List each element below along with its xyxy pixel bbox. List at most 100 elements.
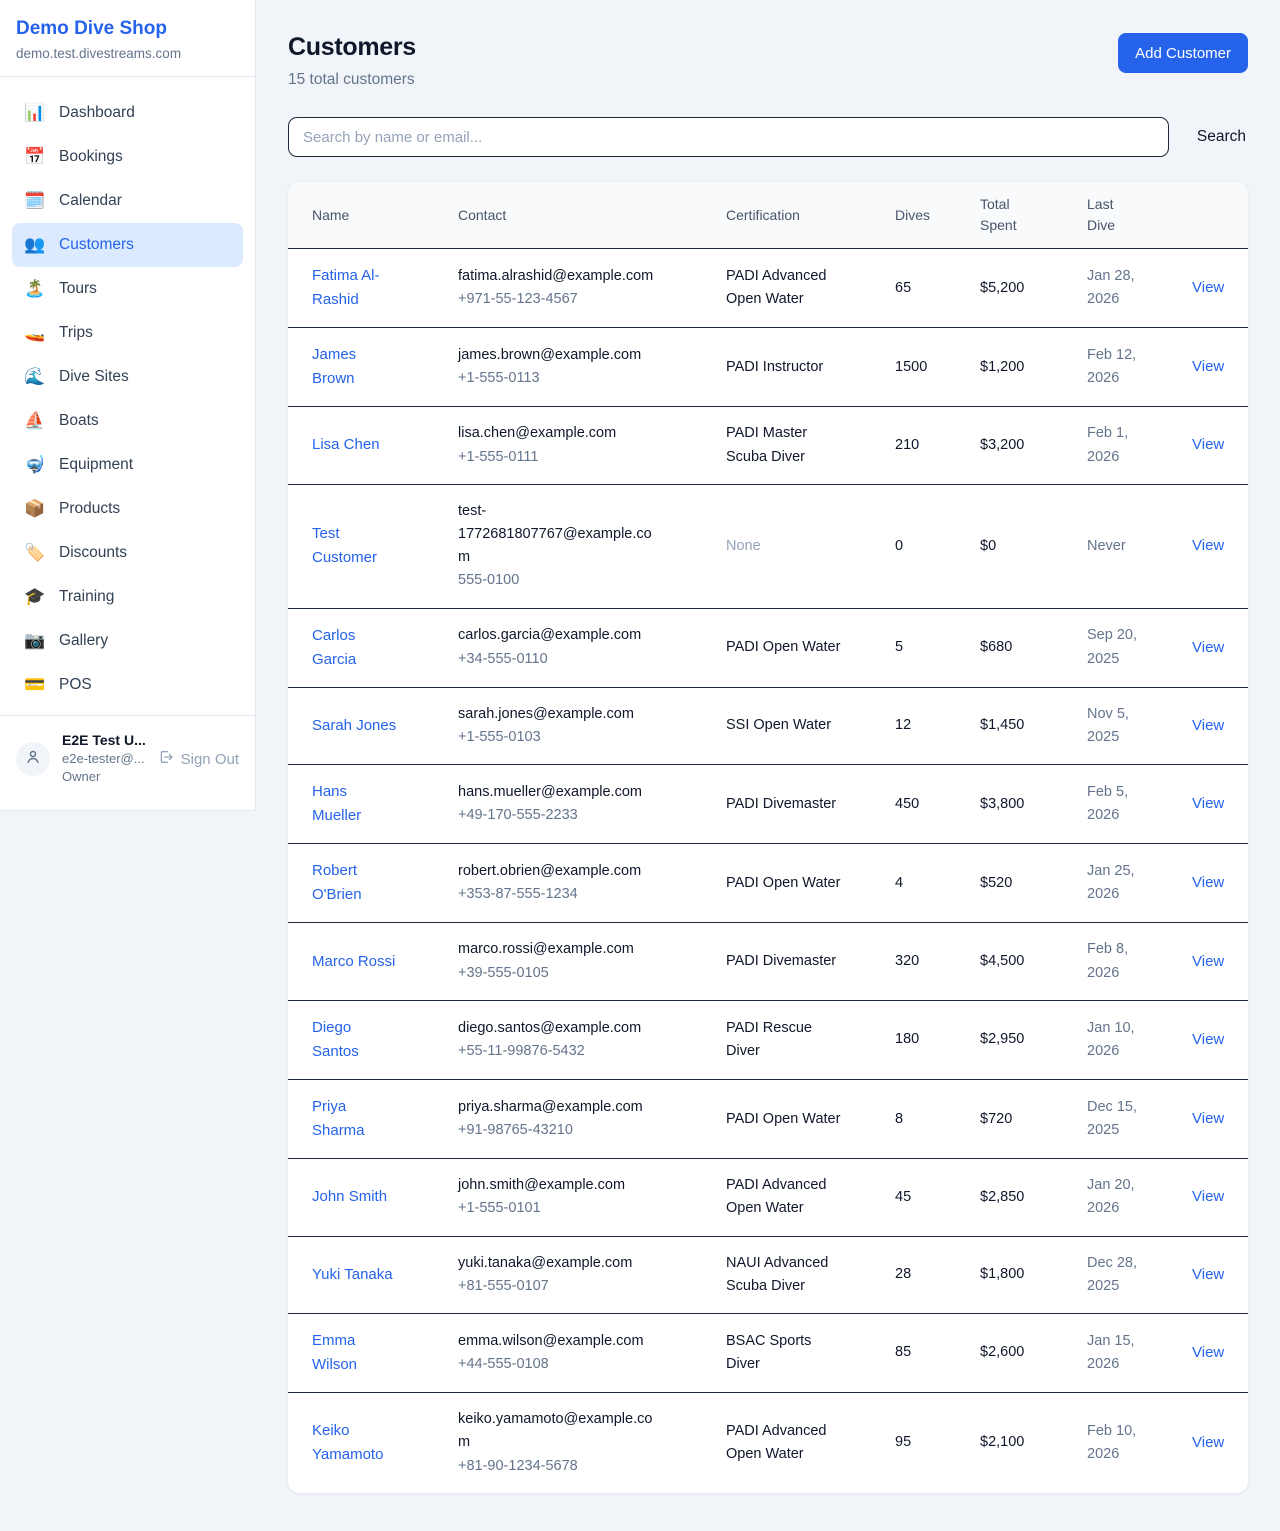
- total-spent-cell: $2,600: [980, 1313, 1087, 1392]
- sidebar-item-calendar[interactable]: 🗓️ Calendar: [12, 179, 243, 223]
- sidebar-item-products[interactable]: 📦 Products: [12, 487, 243, 531]
- view-customer-link[interactable]: View: [1192, 717, 1224, 734]
- view-customer-link[interactable]: View: [1192, 1188, 1224, 1205]
- last-dive-value: Jan 10, 2026: [1087, 1017, 1149, 1063]
- sidebar-item-training[interactable]: 🎓 Training: [12, 575, 243, 619]
- view-customer-link[interactable]: View: [1192, 639, 1224, 656]
- customer-name-link[interactable]: Lisa Chen: [312, 433, 380, 457]
- view-customer-link[interactable]: View: [1192, 358, 1224, 375]
- sidebar-item-dashboard[interactable]: 📊 Dashboard: [12, 91, 243, 135]
- name-cell: Marco Rossi: [288, 923, 458, 1000]
- sidebar-item-equipment[interactable]: 🤿 Equipment: [12, 443, 243, 487]
- contact-cell: hans.mueller@example.com +49-170-555-223…: [458, 765, 726, 844]
- actions-cell: View: [1180, 328, 1248, 407]
- customer-name-link[interactable]: Diego Santos: [312, 1016, 398, 1064]
- last-dive-value: Dec 28, 2025: [1087, 1252, 1149, 1298]
- sidebar-nav: 📊 Dashboard 📅 Bookings 🗓️ Calendar 👥 Cus…: [0, 77, 255, 715]
- dives-cell: 210: [895, 407, 980, 484]
- view-customer-link[interactable]: View: [1192, 279, 1224, 296]
- customer-name-link[interactable]: Robert O'Brien: [312, 859, 398, 907]
- contact-cell: diego.santos@example.com +55-11-99876-54…: [458, 1000, 726, 1079]
- name-cell: Priya Sharma: [288, 1080, 458, 1159]
- customer-email: yuki.tanaka@example.com: [458, 1252, 654, 1275]
- customer-name-link[interactable]: Sarah Jones: [312, 714, 396, 738]
- contact-cell: yuki.tanaka@example.com +81-555-0107: [458, 1236, 726, 1313]
- table-row: Yuki Tanaka yuki.tanaka@example.com +81-…: [288, 1236, 1248, 1313]
- last-dive-value: Nov 5, 2025: [1087, 703, 1149, 749]
- sidebar-item-bookings[interactable]: 📅 Bookings: [12, 135, 243, 179]
- sidebar-item-boats[interactable]: ⛵ Boats: [12, 399, 243, 443]
- table-row: Test Customer test-1772681807767@example…: [288, 484, 1248, 608]
- last-dive-cell: Jan 25, 2026: [1087, 844, 1180, 923]
- sidebar-item-customers[interactable]: 👥 Customers: [12, 223, 243, 267]
- dives-cell: 65: [895, 249, 980, 328]
- sign-out-button[interactable]: Sign Out: [158, 749, 239, 769]
- total-spent-cell: $1,200: [980, 328, 1087, 407]
- view-customer-link[interactable]: View: [1192, 874, 1224, 891]
- sidebar-item-gallery[interactable]: 📷 Gallery: [12, 619, 243, 663]
- user-info: E2E Test U... e2e-tester@... Owner: [62, 732, 146, 786]
- view-customer-link[interactable]: View: [1192, 436, 1224, 453]
- view-customer-link[interactable]: View: [1192, 1110, 1224, 1127]
- view-customer-link[interactable]: View: [1192, 1344, 1224, 1361]
- total-spent-cell: $520: [980, 844, 1087, 923]
- customer-email: robert.obrien@example.com: [458, 860, 654, 883]
- search-input[interactable]: [288, 117, 1169, 157]
- customer-name-link[interactable]: Test Customer: [312, 522, 398, 570]
- sidebar-item-label: Equipment: [59, 456, 133, 474]
- sidebar-item-discounts[interactable]: 🏷️ Discounts: [12, 531, 243, 575]
- view-customer-link[interactable]: View: [1192, 795, 1224, 812]
- view-customer-link[interactable]: View: [1192, 1031, 1224, 1048]
- customer-name-link[interactable]: Carlos Garcia: [312, 624, 398, 672]
- column-header-total-spent: Total Spent: [980, 182, 1087, 249]
- user-section: E2E Test U... e2e-tester@... Owner Sign …: [0, 715, 255, 810]
- view-customer-link[interactable]: View: [1192, 1266, 1224, 1283]
- actions-cell: View: [1180, 923, 1248, 1000]
- last-dive-value: Jan 20, 2026: [1087, 1174, 1149, 1220]
- add-customer-button[interactable]: Add Customer: [1118, 33, 1248, 73]
- view-customer-link[interactable]: View: [1192, 537, 1224, 554]
- sidebar-item-label: Boats: [59, 412, 99, 430]
- dives-cell: 450: [895, 765, 980, 844]
- customer-name-link[interactable]: Emma Wilson: [312, 1329, 398, 1377]
- calendar-icon: 🗓️: [24, 191, 46, 211]
- last-dive-cell: Feb 12, 2026: [1087, 328, 1180, 407]
- name-cell: Fatima Al-Rashid: [288, 249, 458, 328]
- shop-name: Demo Dive Shop: [16, 18, 239, 40]
- table-row: Emma Wilson emma.wilson@example.com +44-…: [288, 1313, 1248, 1392]
- column-header-actions: [1180, 182, 1248, 249]
- customer-phone: +34-555-0110: [458, 648, 654, 671]
- sidebar-item-tours[interactable]: 🏝️ Tours: [12, 267, 243, 311]
- customer-name-link[interactable]: Keiko Yamamoto: [312, 1419, 398, 1467]
- customer-name-link[interactable]: Yuki Tanaka: [312, 1263, 393, 1287]
- view-customer-link[interactable]: View: [1192, 953, 1224, 970]
- last-dive-value: Feb 5, 2026: [1087, 781, 1149, 827]
- view-customer-link[interactable]: View: [1192, 1434, 1224, 1451]
- last-dive-cell: Feb 1, 2026: [1087, 407, 1180, 484]
- customer-name-link[interactable]: Priya Sharma: [312, 1095, 398, 1143]
- sidebar-item-dive-sites[interactable]: 🌊 Dive Sites: [12, 355, 243, 399]
- customer-phone: +55-11-99876-5432: [458, 1040, 654, 1063]
- tours-icon: 🏝️: [24, 279, 46, 299]
- sidebar-item-pos[interactable]: 💳 POS: [12, 663, 243, 707]
- sidebar-item-trips[interactable]: 🚤 Trips: [12, 311, 243, 355]
- dives-cell: 320: [895, 923, 980, 1000]
- certification-cell: PADI Rescue Diver: [726, 1000, 895, 1079]
- customer-name-link[interactable]: Hans Mueller: [312, 780, 398, 828]
- search-button[interactable]: Search: [1195, 128, 1248, 146]
- customer-name-link[interactable]: Marco Rossi: [312, 950, 395, 974]
- dives-cell: 12: [895, 687, 980, 764]
- main-content: Customers 15 total customers Add Custome…: [256, 0, 1280, 1531]
- search-bar: Search: [288, 117, 1248, 157]
- customer-name-link[interactable]: James Brown: [312, 343, 398, 391]
- customer-email: lisa.chen@example.com: [458, 422, 654, 445]
- customer-name-link[interactable]: Fatima Al-Rashid: [312, 264, 398, 312]
- customer-phone: +971-55-123-4567: [458, 288, 654, 311]
- last-dive-cell: Feb 10, 2026: [1087, 1393, 1180, 1493]
- training-icon: 🎓: [24, 587, 46, 607]
- discounts-icon: 🏷️: [24, 543, 46, 563]
- actions-cell: View: [1180, 844, 1248, 923]
- certification-cell: PADI Advanced Open Water: [726, 1159, 895, 1236]
- customer-name-link[interactable]: John Smith: [312, 1185, 387, 1209]
- dives-cell: 5: [895, 608, 980, 687]
